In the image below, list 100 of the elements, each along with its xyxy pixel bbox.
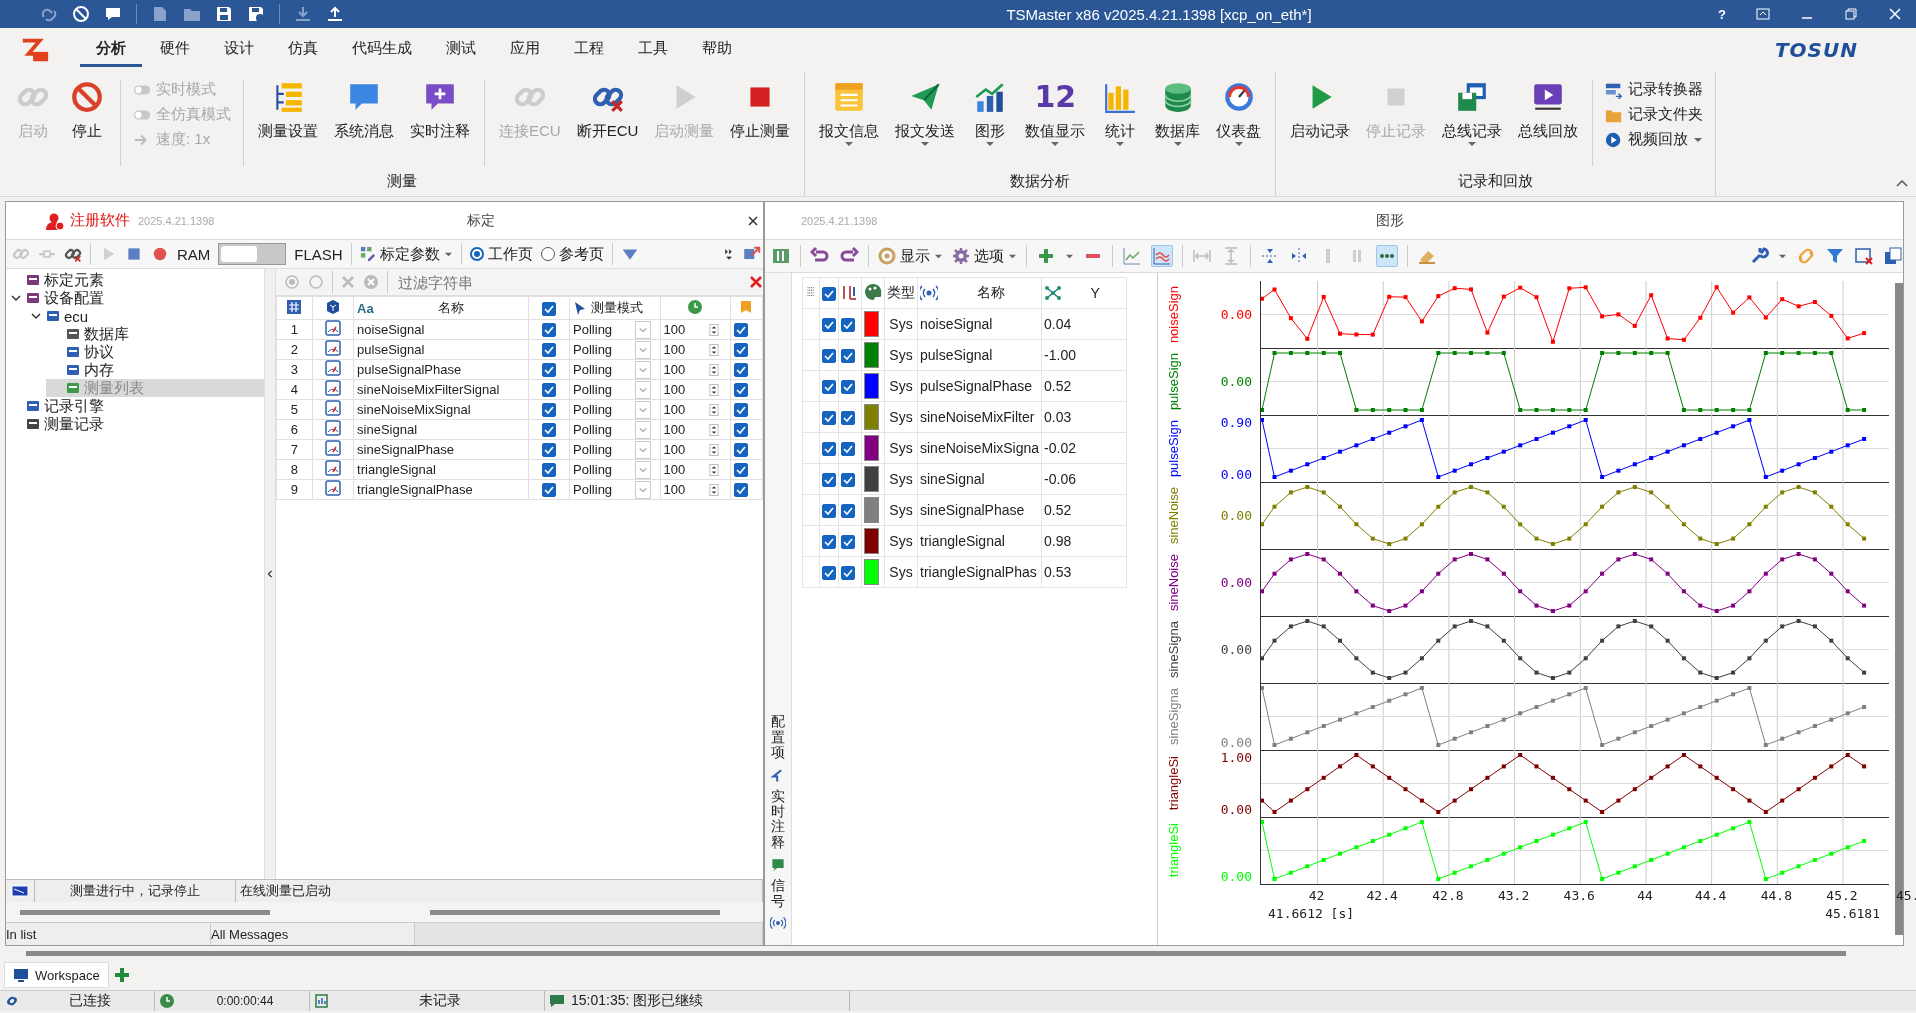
checkbox[interactable] [822, 473, 836, 488]
tree-item[interactable]: 测量记录 [6, 415, 264, 433]
download-icon[interactable] [294, 5, 312, 23]
tree-item[interactable]: 数据库 [46, 325, 264, 343]
ribbon-button[interactable]: 系统消息 [326, 78, 402, 141]
tree-item[interactable]: 内存 [46, 361, 264, 379]
columns-icon[interactable] [771, 246, 791, 266]
ribbon-button[interactable]: 统计 [1093, 78, 1148, 147]
menu-tab[interactable]: 仿真 [272, 33, 334, 67]
tree-item[interactable]: 协议 [46, 343, 264, 361]
checkbox[interactable] [822, 318, 836, 333]
spinner-icon[interactable] [707, 403, 720, 416]
tree-item[interactable]: 记录引擎 [6, 397, 264, 415]
checkbox[interactable] [541, 463, 556, 478]
ribbon-button[interactable]: 总线记录 [1434, 78, 1511, 147]
spinner-icon[interactable] [707, 443, 720, 456]
ram-flash-switch[interactable] [218, 243, 287, 265]
checkbox[interactable] [841, 473, 855, 488]
scrollbar[interactable] [430, 909, 720, 915]
menu-tab[interactable]: 代码生成 [336, 33, 428, 67]
ribbon-button[interactable]: 图形 [963, 78, 1018, 147]
color-swatch[interactable] [864, 435, 879, 461]
checkbox[interactable] [541, 363, 556, 378]
expander-icon[interactable] [10, 292, 22, 304]
page-radio[interactable]: 工作页 [469, 244, 533, 264]
ribbon-button[interactable]: 报文发送 [887, 78, 964, 147]
unlink-icon[interactable] [72, 5, 90, 23]
menu-tab[interactable]: 测试 [430, 33, 492, 67]
workspace-tab[interactable]: Workspace [4, 962, 109, 988]
filter-bar[interactable]: 过滤字符串 [276, 269, 763, 296]
tree-item[interactable]: ecu [26, 307, 264, 325]
help-button[interactable]: ? [1718, 6, 1726, 22]
multi-line-chart-icon[interactable] [1151, 245, 1173, 267]
checkbox[interactable] [841, 349, 855, 364]
register-link[interactable]: 注册软件 [70, 211, 130, 230]
checkbox[interactable] [733, 383, 748, 398]
checkbox[interactable] [841, 566, 855, 581]
checkbox[interactable] [541, 383, 556, 398]
ribbon-button[interactable]: 断开ECU [568, 78, 647, 141]
checkbox[interactable] [841, 442, 855, 457]
checkbox[interactable] [822, 287, 836, 302]
expander-icon[interactable] [30, 310, 42, 322]
checkbox[interactable] [841, 411, 855, 426]
tree-item[interactable]: 标定元素 [6, 271, 264, 289]
checkbox[interactable] [541, 343, 556, 358]
checkbox[interactable] [822, 349, 836, 364]
comment-icon[interactable] [770, 856, 786, 873]
save-as-icon[interactable] [247, 5, 265, 23]
more-icon[interactable] [723, 248, 735, 260]
more-dots-icon[interactable] [1376, 245, 1398, 267]
scrollbar[interactable] [26, 950, 1846, 956]
checkbox[interactable] [841, 380, 855, 395]
clear-chart-icon[interactable] [1854, 246, 1874, 266]
stop-icon[interactable] [125, 245, 143, 263]
radio-icon[interactable] [308, 274, 324, 290]
checkbox[interactable] [822, 535, 836, 550]
ribbon-button[interactable]: 总线回放 [1510, 78, 1587, 141]
scrollbar[interactable] [20, 909, 270, 915]
ribbon-button[interactable]: 实时注释 [402, 78, 478, 141]
ribbon-button[interactable]: 视频回放 [1605, 130, 1704, 149]
restore-icon[interactable] [1844, 7, 1858, 21]
save-icon[interactable] [215, 5, 233, 23]
checkbox[interactable] [541, 301, 556, 316]
display-dropdown[interactable]: 显示 [878, 246, 943, 266]
menu-tab[interactable]: 应用 [494, 33, 556, 67]
ribbon-button[interactable]: 记录文件夹 [1605, 105, 1704, 124]
ribbon-button[interactable]: 报文信息 [811, 78, 888, 147]
ribbon-button[interactable]: 停止测量 [722, 78, 799, 141]
checkbox[interactable] [541, 323, 556, 338]
color-swatch[interactable] [864, 559, 879, 585]
new-file-icon[interactable] [151, 5, 169, 23]
checkbox[interactable] [822, 442, 836, 457]
menu-tab[interactable]: 工具 [622, 33, 684, 67]
spinner-icon[interactable] [707, 423, 720, 436]
color-swatch[interactable] [864, 373, 879, 399]
checkbox[interactable] [822, 380, 836, 395]
tree-item[interactable]: 设备配置 [6, 289, 264, 307]
color-swatch[interactable] [864, 311, 879, 337]
filter-icon[interactable] [1825, 246, 1845, 266]
spinner-icon[interactable] [707, 363, 720, 376]
checkbox[interactable] [841, 535, 855, 550]
page-radio[interactable]: 参考页 [540, 244, 604, 264]
menu-tab[interactable]: 硬件 [144, 33, 206, 67]
ribbon-display-icon[interactable] [1756, 7, 1770, 21]
menu-tab[interactable]: 工程 [558, 33, 620, 67]
checkbox[interactable] [733, 363, 748, 378]
side-tab[interactable]: 信号 [771, 878, 785, 909]
color-swatch[interactable] [864, 497, 879, 523]
ribbon-button[interactable]: 测量设置 [250, 78, 326, 141]
color-swatch[interactable] [864, 466, 879, 492]
ribbon-button[interactable]: 停止 [60, 78, 114, 141]
ribbon-button[interactable]: 12 数值显示 [1017, 78, 1094, 147]
checkbox[interactable] [733, 423, 748, 438]
checkbox[interactable] [733, 343, 748, 358]
copy-icon[interactable] [1883, 246, 1903, 266]
checkbox[interactable] [822, 504, 836, 519]
menu-tab[interactable]: 帮助 [686, 33, 748, 67]
checkbox[interactable] [841, 504, 855, 519]
spinner-icon[interactable] [707, 483, 720, 496]
record-icon[interactable] [151, 245, 169, 263]
